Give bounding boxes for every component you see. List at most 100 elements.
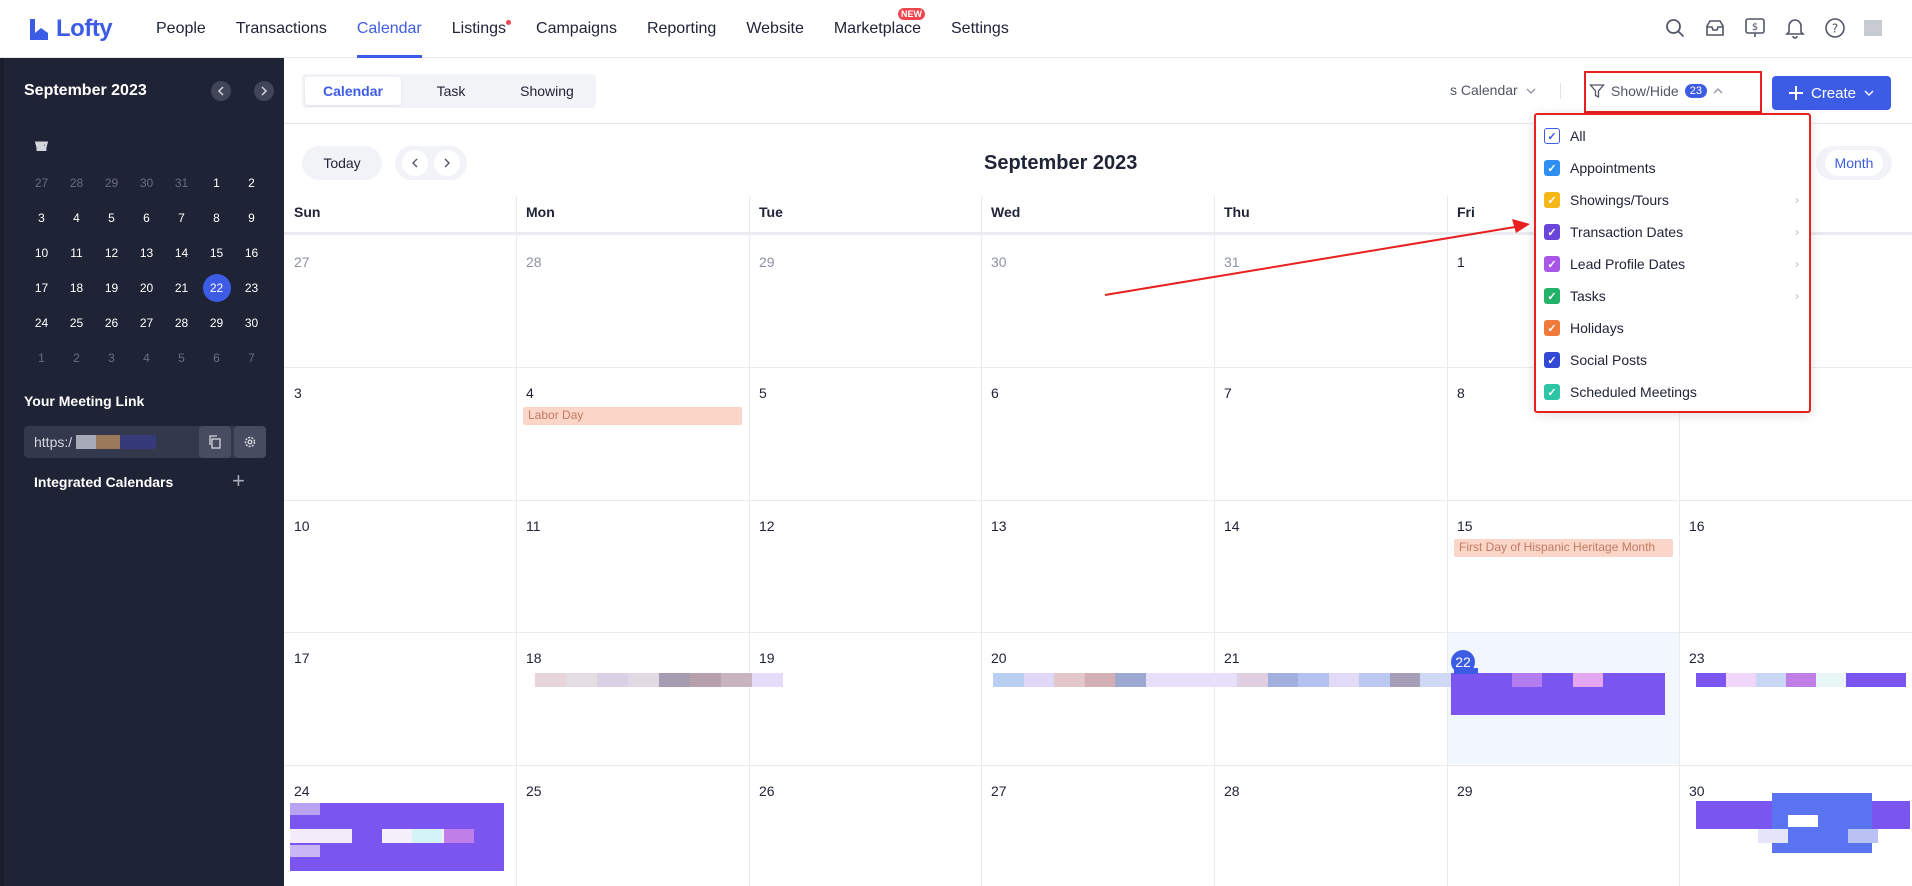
filter-option-lead-profile-dates[interactable]: ✓ Lead Profile Dates ›: [1544, 251, 1799, 277]
day-cell-number[interactable]: 27: [991, 783, 1007, 799]
copy-link-button[interactable]: [199, 426, 231, 458]
tab-showing[interactable]: Showing: [501, 77, 593, 105]
mini-day[interactable]: 8: [199, 211, 234, 225]
search-icon[interactable]: [1664, 17, 1686, 39]
filter-option-scheduled-meetings[interactable]: ✓ Scheduled Meetings: [1544, 379, 1799, 405]
checkbox[interactable]: ✓: [1544, 352, 1560, 368]
mini-day[interactable]: 22: [199, 273, 234, 302]
mini-day[interactable]: 2: [59, 351, 94, 365]
mini-day[interactable]: 30: [129, 176, 164, 190]
day-cell-number[interactable]: 5: [759, 385, 767, 401]
mini-day[interactable]: 16: [234, 246, 269, 260]
checkbox[interactable]: ✓: [1544, 128, 1560, 144]
nav-item-campaigns[interactable]: Campaigns: [536, 0, 617, 58]
mini-day[interactable]: 29: [94, 176, 129, 190]
mini-day[interactable]: 11: [59, 246, 94, 260]
mini-day[interactable]: 25: [59, 316, 94, 330]
day-cell-number[interactable]: 15: [1457, 518, 1473, 534]
day-cell-number[interactable]: 23: [1689, 650, 1705, 666]
nav-item-website[interactable]: Website: [746, 0, 804, 58]
logo[interactable]: Lofty: [28, 15, 156, 43]
day-cell-number[interactable]: 11: [526, 518, 541, 534]
mini-day[interactable]: 26: [94, 316, 129, 330]
nav-item-calendar[interactable]: Calendar: [356, 0, 422, 58]
prev-month-arrow[interactable]: [402, 150, 428, 176]
day-cell-number[interactable]: 21: [1224, 650, 1240, 666]
mini-day[interactable]: 30: [234, 316, 269, 330]
mini-day[interactable]: 5: [164, 351, 199, 365]
checkbox[interactable]: ✓: [1544, 256, 1560, 272]
bell-icon[interactable]: [1784, 17, 1806, 39]
day-cell-number[interactable]: 25: [526, 783, 542, 799]
mini-day[interactable]: 3: [94, 351, 129, 365]
nav-item-people[interactable]: People: [156, 0, 206, 58]
nav-item-marketplace[interactable]: Marketplace NEW: [834, 0, 925, 58]
meeting-link-field[interactable]: https:/: [24, 426, 266, 458]
mini-day[interactable]: 1: [199, 176, 234, 190]
today-button[interactable]: Today: [302, 146, 382, 180]
day-cell-number[interactable]: 8: [1457, 385, 1465, 401]
filter-option-social-posts[interactable]: ✓ Social Posts: [1544, 347, 1799, 373]
mini-day[interactable]: 20: [129, 281, 164, 295]
mini-day[interactable]: 4: [129, 351, 164, 365]
mini-day[interactable]: 4: [59, 211, 94, 225]
mini-day[interactable]: 28: [164, 316, 199, 330]
filter-option-all[interactable]: ✓ All: [1544, 123, 1799, 149]
day-cell-number[interactable]: 18: [526, 650, 542, 666]
day-cell-number[interactable]: 29: [1457, 783, 1473, 799]
mini-day[interactable]: 27: [129, 316, 164, 330]
day-cell-number[interactable]: 1: [1457, 254, 1465, 270]
day-cell-number[interactable]: 19: [759, 650, 775, 666]
checkbox[interactable]: ✓: [1544, 288, 1560, 304]
event-hispanic-heritage[interactable]: First Day of Hispanic Heritage Month: [1454, 539, 1673, 557]
mini-day[interactable]: 9: [234, 211, 269, 225]
mini-day[interactable]: 14: [164, 246, 199, 260]
billing-icon[interactable]: $: [1744, 17, 1766, 39]
day-cell-number[interactable]: 10: [294, 518, 310, 534]
day-cell-number[interactable]: 12: [759, 518, 775, 534]
day-cell-number[interactable]: 4: [526, 385, 534, 401]
nav-item-transactions[interactable]: Transactions: [236, 0, 327, 58]
day-cell-number[interactable]: 13: [991, 518, 1007, 534]
mini-day[interactable]: 23: [234, 281, 269, 295]
nav-item-listings[interactable]: Listings: [452, 0, 512, 58]
mini-day[interactable]: 7: [164, 211, 199, 225]
day-cell-number[interactable]: 27: [294, 254, 310, 270]
day-cell-number[interactable]: 17: [294, 650, 310, 666]
day-cell-number[interactable]: 3: [294, 385, 302, 401]
avatar[interactable]: [1864, 20, 1882, 36]
mini-day[interactable]: 17: [24, 281, 59, 295]
view-selector[interactable]: Month: [1816, 146, 1892, 180]
mini-day[interactable]: 1: [24, 351, 59, 365]
mini-day[interactable]: 7: [234, 351, 269, 365]
filter-option-holidays[interactable]: ✓ Holidays: [1544, 315, 1799, 341]
mini-day[interactable]: 18: [59, 281, 94, 295]
tab-task[interactable]: Task: [401, 77, 501, 105]
day-cell-number[interactable]: 28: [526, 254, 542, 270]
day-cell-number[interactable]: 26: [759, 783, 775, 799]
mini-day[interactable]: 12: [94, 246, 129, 260]
filter-option-showings-tours[interactable]: ✓ Showings/Tours ›: [1544, 187, 1799, 213]
link-settings-button[interactable]: [234, 426, 266, 458]
mini-day[interactable]: 21: [164, 281, 199, 295]
mini-day[interactable]: 5: [94, 211, 129, 225]
filter-option-transaction-dates[interactable]: ✓ Transaction Dates ›: [1544, 219, 1799, 245]
mini-day[interactable]: 6: [129, 211, 164, 225]
mini-day[interactable]: 2: [234, 176, 269, 190]
help-icon[interactable]: ?: [1824, 17, 1846, 39]
nav-item-reporting[interactable]: Reporting: [647, 0, 716, 58]
mini-day[interactable]: 3: [24, 211, 59, 225]
day-cell-number[interactable]: 30: [991, 254, 1007, 270]
filter-option-appointments[interactable]: ✓ Appointments: [1544, 155, 1799, 181]
create-button[interactable]: Create: [1772, 76, 1891, 110]
next-month-button[interactable]: [254, 81, 274, 101]
mini-day[interactable]: 6: [199, 351, 234, 365]
day-cell-number[interactable]: 30: [1689, 783, 1705, 799]
checkbox[interactable]: ✓: [1544, 384, 1560, 400]
checkbox[interactable]: ✓: [1544, 224, 1560, 240]
mini-day[interactable]: 28: [59, 176, 94, 190]
calendar-select[interactable]: s Calendar: [1450, 82, 1536, 98]
event-labor-day[interactable]: Labor Day: [523, 407, 742, 425]
prev-month-button[interactable]: [211, 81, 231, 101]
mini-day[interactable]: 27: [24, 176, 59, 190]
